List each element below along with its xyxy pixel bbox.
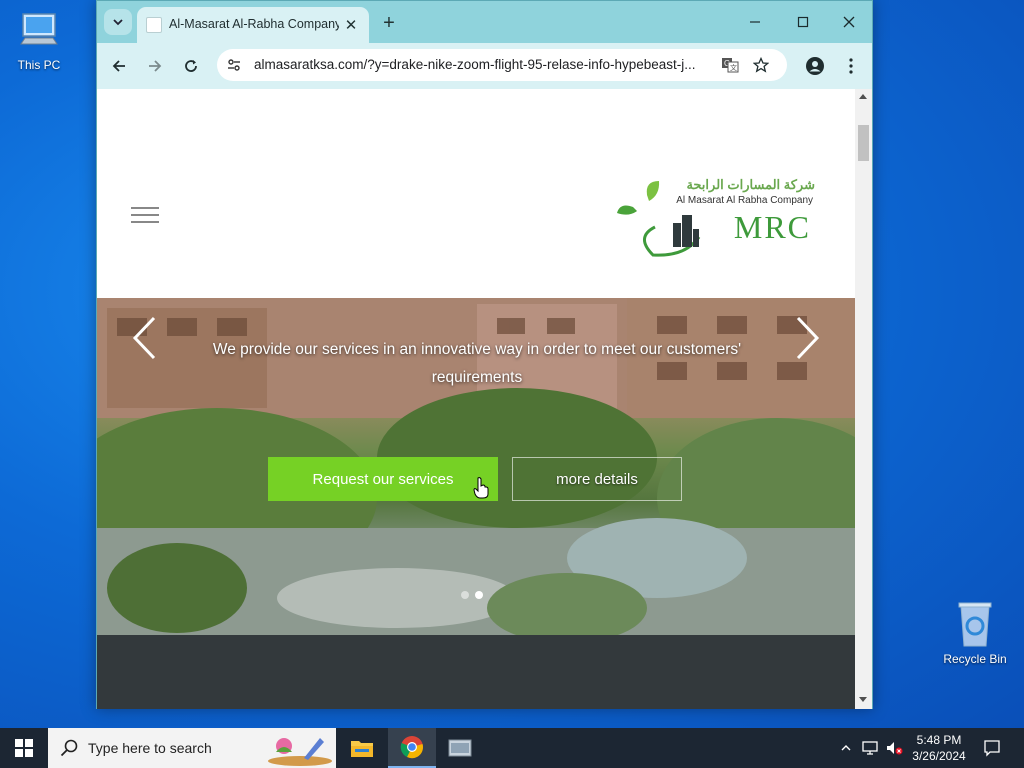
- minimize-button[interactable]: [733, 7, 777, 37]
- desktop-icon-label: This PC: [17, 58, 61, 72]
- chrome-icon: [400, 736, 423, 759]
- search-highlight-icon: [268, 738, 332, 766]
- tab-strip: Al-Masarat Al-Rabha Company ✕ +: [97, 1, 872, 43]
- chevron-right-icon: [796, 316, 820, 360]
- request-services-button[interactable]: Request our services: [268, 457, 498, 501]
- taskbar: Type here to search 5:48 PM 3/26/2024: [0, 728, 1024, 768]
- network-icon: [862, 741, 878, 755]
- logo-mark: MRC: [733, 209, 811, 245]
- show-hidden-icons-button[interactable]: [836, 738, 856, 758]
- slide-dot[interactable]: [461, 591, 469, 599]
- company-logo[interactable]: شركة المسارات الرابحة Al Masarat Al Rabh…: [615, 177, 815, 257]
- clock[interactable]: 5:48 PM 3/26/2024: [900, 732, 978, 764]
- scroll-thumb[interactable]: [858, 125, 869, 161]
- hamburger-menu-icon[interactable]: [131, 207, 159, 223]
- address-bar[interactable]: almasaratksa.com/?y=drake-nike-zoom-flig…: [217, 49, 787, 81]
- folder-icon: [351, 741, 373, 757]
- search-placeholder: Type here to search: [88, 740, 212, 756]
- tab-active[interactable]: Al-Masarat Al-Rabha Company ✕: [137, 7, 369, 43]
- arrow-left-icon: [112, 60, 125, 72]
- translate-button[interactable]: G文: [720, 55, 740, 75]
- minimize-icon: [750, 21, 760, 23]
- forward-button[interactable]: [141, 52, 169, 80]
- maximize-button[interactable]: [781, 7, 825, 37]
- taskbar-search[interactable]: Type here to search: [48, 728, 336, 768]
- desktop-icon-this-pc[interactable]: This PC: [0, 10, 78, 72]
- scroll-down-icon[interactable]: [859, 697, 867, 702]
- site-header: شركة المسارات الرابحة Al Masarat Al Rabh…: [97, 89, 855, 298]
- next-slide-button[interactable]: [793, 316, 823, 360]
- network-button[interactable]: [860, 738, 880, 758]
- new-tab-button[interactable]: +: [377, 11, 401, 35]
- bookmark-button[interactable]: [751, 55, 771, 75]
- url-text: almasaratksa.com/?y=drake-nike-zoom-flig…: [254, 57, 696, 72]
- more-vertical-icon: [849, 58, 853, 74]
- svg-text:文: 文: [730, 63, 737, 72]
- translate-icon: G文: [722, 58, 739, 73]
- taskbar-app[interactable]: [436, 728, 484, 768]
- site-favicon-icon: [146, 17, 162, 33]
- site-info-button[interactable]: [223, 54, 245, 76]
- reload-button[interactable]: [177, 52, 205, 80]
- notifications-button[interactable]: [982, 738, 1002, 758]
- close-tab-icon[interactable]: ✕: [341, 15, 361, 35]
- tab-search-button[interactable]: [104, 9, 132, 35]
- browser-window: Al-Masarat Al-Rabha Company ✕ + almasara…: [96, 0, 873, 709]
- close-window-button[interactable]: [827, 7, 871, 37]
- chevron-down-icon: [113, 19, 123, 26]
- browser-toolbar: almasaratksa.com/?y=drake-nike-zoom-flig…: [97, 43, 872, 89]
- clock-date: 3/26/2024: [912, 749, 966, 763]
- page-viewport: شركة المسارات الرابحة Al Masarat Al Rabh…: [97, 89, 855, 709]
- clock-time: 5:48 PM: [916, 733, 962, 747]
- menu-button[interactable]: [837, 52, 865, 80]
- logo-arabic-name: شركة المسارات الرابحة: [686, 177, 815, 192]
- hero-slider: We provide our services in an innovative…: [97, 298, 855, 635]
- close-icon: [843, 16, 855, 28]
- chevron-left-icon: [132, 316, 156, 360]
- recycle-bin-icon: [958, 602, 992, 647]
- prev-slide-button[interactable]: [129, 316, 159, 360]
- tune-icon: [228, 59, 240, 71]
- back-button[interactable]: [105, 52, 133, 80]
- notification-icon: [984, 740, 1000, 757]
- vertical-scrollbar[interactable]: [855, 89, 872, 709]
- hero-tagline: We provide our services in an innovative…: [212, 341, 742, 386]
- start-button[interactable]: [0, 728, 48, 768]
- tab-title: Al-Masarat Al-Rabha Company: [169, 17, 339, 31]
- slide-indicators: [461, 591, 483, 599]
- chevron-up-icon: [841, 745, 851, 751]
- app-window-icon: [448, 739, 472, 757]
- computer-icon: [20, 13, 58, 45]
- search-icon: [60, 739, 78, 757]
- logo-english-name: Al Masarat Al Rabha Company: [676, 195, 813, 206]
- taskbar-file-explorer[interactable]: [338, 728, 386, 768]
- more-details-button[interactable]: more details: [512, 457, 682, 501]
- desktop-icon-label: Recycle Bin: [943, 652, 1007, 666]
- slide-dot-active[interactable]: [475, 591, 483, 599]
- profile-icon: [806, 57, 824, 75]
- arrow-right-icon: [149, 60, 162, 72]
- maximize-icon: [797, 16, 809, 28]
- hand-cursor-icon: [473, 477, 489, 499]
- taskbar-chrome[interactable]: [388, 728, 436, 768]
- scroll-up-icon[interactable]: [859, 94, 867, 99]
- star-icon: [753, 57, 769, 73]
- windows-logo-icon: [15, 739, 33, 757]
- dark-section: [97, 635, 855, 709]
- reload-icon: [185, 60, 197, 72]
- profile-button[interactable]: [801, 52, 829, 80]
- desktop-icon-recycle-bin[interactable]: Recycle Bin: [936, 600, 1014, 666]
